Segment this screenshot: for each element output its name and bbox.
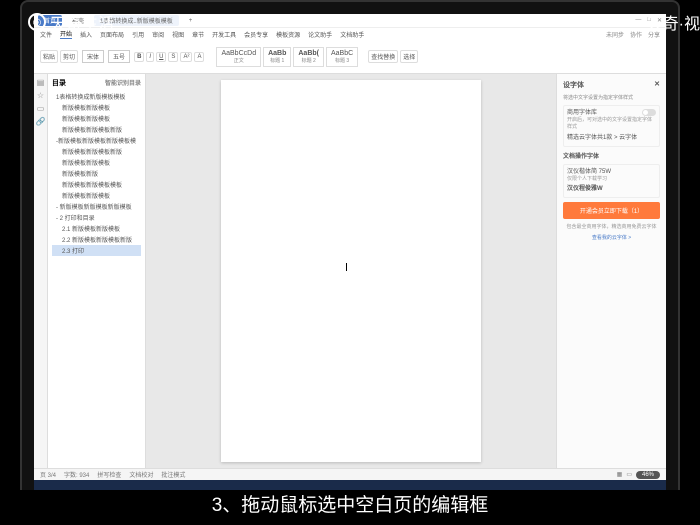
toc-item[interactable]: 新版模板新版模板	[52, 102, 141, 113]
view-icon[interactable]: ▭	[626, 471, 632, 478]
watermark-right: 天奇·视	[647, 10, 700, 34]
spellcheck-status[interactable]: 拼写检查	[97, 470, 121, 479]
toc-item[interactable]: - 2 打印和目录	[52, 212, 141, 223]
bookmark-icon[interactable]: ☆	[37, 91, 44, 100]
toc-item[interactable]: 2.1 新版模板新版模板	[52, 223, 141, 234]
proof-status[interactable]: 文档校对	[129, 470, 153, 479]
ribbon-tab[interactable]: 模板资源	[276, 30, 300, 39]
app-window: 首页 稻壳 1表格转换成..新版模板模板 + — □ ✕ 文件 开始 插入 页面…	[34, 14, 666, 490]
sync-status[interactable]: 未同步	[606, 30, 624, 39]
ribbon-tab[interactable]: 文档助手	[340, 30, 364, 39]
video-subtitle: 3、拖动鼠标选中空白页的编辑框	[0, 490, 700, 517]
rp-font2-name: 汉仪程俊雅W	[567, 185, 656, 193]
ribbon-tabs: 文件 开始 插入 页面布局 引用 审阅 视图 章节 开发工具 会员专享 模板资源…	[34, 28, 666, 40]
font-select[interactable]: 宋体	[82, 50, 104, 63]
toggle-switch[interactable]	[642, 109, 656, 116]
highlight-button[interactable]: A	[194, 52, 204, 62]
right-panel: 设字体 ✕ 将选中文字设置为指定字体样式 商用字体库 开启后，可对选中的文字设置指…	[556, 74, 666, 468]
select-button[interactable]: 选择	[400, 50, 418, 63]
underline-button[interactable]: U	[156, 52, 166, 62]
strike-button[interactable]: S	[168, 52, 178, 62]
zoom-level[interactable]: 46%	[636, 471, 660, 479]
rp-title: 设字体	[563, 80, 584, 90]
download-button[interactable]: 开通会员立即下载（1）	[563, 202, 660, 219]
style-gallery: AaBbCcDd正文 AaBb标题 1 AaBb(标题 2 AaBbC标题 3	[216, 47, 358, 67]
outline-icon[interactable]: ▤	[37, 78, 45, 87]
toc-item[interactable]: -新版模板新版模板新版模板模	[52, 135, 141, 146]
watermark-left: ◎ 天奇生活	[28, 10, 114, 34]
cut-button[interactable]: 剪切	[60, 50, 78, 63]
rp-section2-title: 文档操作字体	[563, 151, 660, 160]
toc-item[interactable]: 新版模板新版模板	[52, 113, 141, 124]
rp-opt1-label: 商用字体库	[567, 110, 597, 116]
toc-item[interactable]: 新版模板新版模板	[52, 190, 141, 201]
status-bar: 页 3/4 字数: 934 拼写检查 文档校对 批注模式 ▦ ▭ 46%	[34, 468, 666, 480]
text-cursor	[346, 263, 347, 271]
title-bar: 首页 稻壳 1表格转换成..新版模板模板 + — □ ✕	[34, 14, 666, 28]
outline-panel: 目录 智能识别目录 1表格转换成新版模板模板新版模板新版模板新版模板新版模板新版…	[48, 74, 146, 468]
page-canvas[interactable]	[221, 80, 481, 462]
rp-option1: 商用字体库 开启后，可对选中的文字设置指定字体样式 精选云字体共1款 > 云字体	[563, 105, 660, 147]
word-count[interactable]: 字数: 934	[64, 470, 89, 479]
page-indicator[interactable]: 页 3/4	[40, 470, 56, 479]
toc-item[interactable]: 2.2 新版模板新版模板新版	[52, 234, 141, 245]
rp-note: 包含最全商用字体，精选商用免费云字体	[563, 223, 660, 230]
left-rail: ▤ ☆ ▭ 🔗	[34, 74, 48, 468]
ribbon-tab[interactable]: 开发工具	[212, 30, 236, 39]
ribbon-tab[interactable]: 审阅	[152, 30, 164, 39]
toc-item[interactable]: 新版模板新版模板新版	[52, 124, 141, 135]
monitor-frame: 首页 稻壳 1表格转换成..新版模板模板 + — □ ✕ 文件 开始 插入 页面…	[20, 0, 680, 490]
rp-opt2[interactable]: 精选云字体共1款 > 云字体	[567, 134, 656, 142]
size-select[interactable]: 五号	[108, 50, 130, 63]
rp-font1-desc: 仅限个人下载学习	[567, 176, 656, 183]
toc-item[interactable]: 新版模板新版	[52, 168, 141, 179]
link-icon[interactable]: 🔗	[36, 117, 46, 126]
toc-item[interactable]: 新版模板新版模板模板	[52, 179, 141, 190]
brand-text: 天奇生活	[50, 10, 114, 34]
rp-subtitle: 将选中文字设置为指定字体样式	[563, 94, 660, 101]
ribbon-toolbar: 粘贴 剪切 宋体 五号 B I U S A² A AaBbCcDd正文 AaBb…	[34, 40, 666, 74]
brand-icon: ◎	[28, 13, 46, 31]
paste-button[interactable]: 粘贴	[40, 50, 58, 63]
style-h2[interactable]: AaBb(标题 2	[293, 47, 324, 67]
toc-item[interactable]: 新版模板新版模板	[52, 157, 141, 168]
ribbon-tab[interactable]: 视图	[172, 30, 184, 39]
ribbon-tab[interactable]: 章节	[192, 30, 204, 39]
ribbon-tab[interactable]: 引用	[132, 30, 144, 39]
outline-smart[interactable]: 智能识别目录	[105, 78, 141, 88]
toc-item[interactable]: 新版模板新版模板新版	[52, 146, 141, 157]
outline-title: 目录	[52, 78, 66, 88]
document-area	[146, 74, 556, 468]
toc-item[interactable]: 2.3 打印	[52, 245, 141, 256]
ribbon-tab[interactable]: 论文助手	[308, 30, 332, 39]
rp-opt1-desc: 开启后，可对选中的文字设置指定字体样式	[567, 117, 656, 131]
main-body: ▤ ☆ ▭ 🔗 目录 智能识别目录 1表格转换成新版模板模板新版模板新版模板新版…	[34, 74, 666, 468]
toc-list: 1表格转换成新版模板模板新版模板新版模板新版模板新版模板新版模板新版模板新版-新…	[52, 91, 141, 256]
rp-link[interactable]: 查看我的云字体 >	[563, 234, 660, 241]
style-normal[interactable]: AaBbCcDd正文	[216, 47, 261, 67]
minimize-icon[interactable]: —	[635, 17, 641, 24]
toc-item[interactable]: - 新版模板新版模板新版模板	[52, 201, 141, 212]
new-tab[interactable]: +	[183, 17, 199, 25]
page-icon[interactable]: ▭	[37, 104, 45, 113]
toc-item[interactable]: 1表格转换成新版模板模板	[52, 91, 141, 102]
style-h1[interactable]: AaBb标题 1	[263, 47, 291, 67]
coop-button[interactable]: 协作	[630, 30, 642, 39]
rp-close-icon[interactable]: ✕	[654, 80, 660, 90]
superscript-button[interactable]: A²	[180, 52, 192, 62]
comment-mode[interactable]: 批注模式	[161, 470, 185, 479]
view-icon[interactable]: ▦	[617, 471, 623, 478]
italic-button[interactable]: I	[146, 52, 154, 62]
bold-button[interactable]: B	[134, 52, 144, 62]
os-taskbar	[34, 480, 666, 490]
rp-font1[interactable]: 汉仪楷体简 75W 仅限个人下载学习 汉仪程俊雅W	[563, 164, 660, 198]
style-h3[interactable]: AaBbC标题 3	[326, 47, 358, 67]
ribbon-tab[interactable]: 会员专享	[244, 30, 268, 39]
find-button[interactable]: 查找替换	[368, 50, 398, 63]
rp-font1-name: 汉仪楷体简 75W	[567, 168, 656, 176]
